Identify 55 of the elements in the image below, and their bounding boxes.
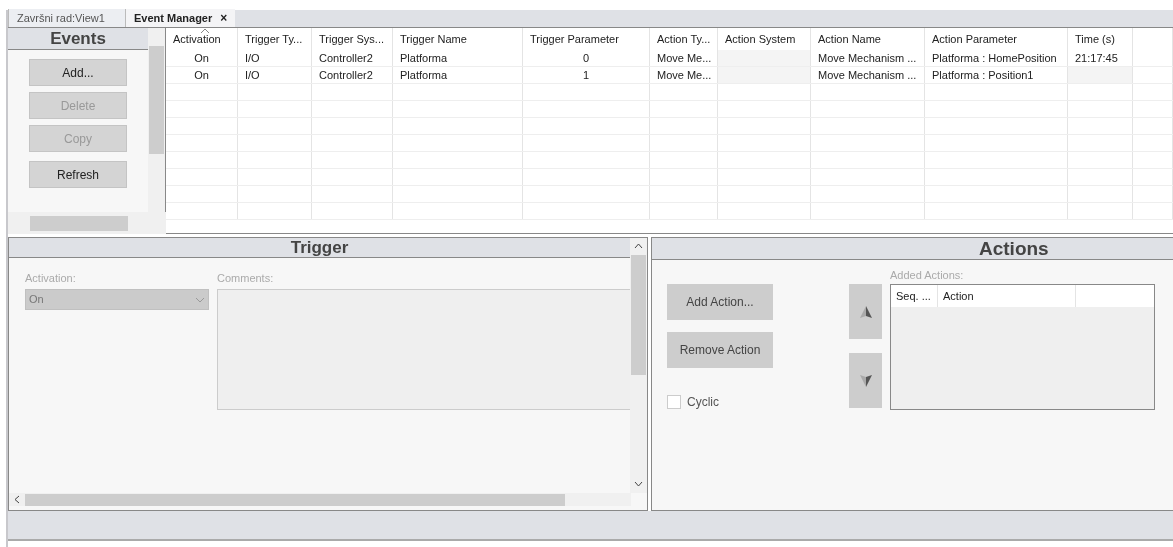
- column-header[interactable]: Action Parameter: [925, 28, 1068, 50]
- scroll-down-icon[interactable]: [634, 481, 643, 487]
- scrollbar[interactable]: [8, 212, 166, 234]
- up-arrow-icon: [858, 304, 873, 319]
- scrollbar[interactable]: [148, 28, 165, 212]
- panel-header: Trigger: [9, 238, 630, 258]
- move-down-button[interactable]: [849, 353, 882, 408]
- table-cell: Move Mechanism ...: [811, 50, 925, 66]
- down-arrow-icon: [858, 373, 873, 388]
- tab-label: Završni rad:View1: [17, 10, 105, 26]
- scrollbar[interactable]: [9, 493, 631, 506]
- table-cell: Platforma: [393, 50, 523, 66]
- column-header[interactable]: Trigger Ty...: [238, 28, 312, 50]
- button[interactable]: Refresh: [29, 161, 127, 188]
- panel-header: Actions: [652, 238, 1173, 260]
- column-header[interactable]: Activation: [166, 28, 238, 50]
- chevron-icon: [195, 296, 205, 303]
- tab-label: Event Manager: [134, 10, 213, 26]
- close-icon[interactable]: ×: [220, 9, 228, 27]
- table-cell: 1: [523, 67, 650, 83]
- column-header[interactable]: Trigger Name: [393, 28, 523, 50]
- move-up-button[interactable]: [849, 284, 882, 339]
- column-header[interactable]: Time (s): [1068, 28, 1133, 50]
- table-cell: Controller2: [312, 67, 393, 83]
- column-header[interactable]: Seq. ...: [891, 285, 938, 307]
- column-header[interactable]: Trigger Sys...: [312, 28, 393, 50]
- scroll-left-icon[interactable]: [14, 495, 20, 504]
- table-cell: On: [166, 50, 238, 66]
- table-cell: I/O: [238, 67, 312, 83]
- added-actions-list[interactable]: Seq. ... Action: [890, 284, 1155, 410]
- table-cell: On: [166, 67, 238, 83]
- table-cell: 21:17:45: [1068, 50, 1133, 66]
- checkbox[interactable]: Cyclic: [667, 393, 849, 411]
- panel-header: Events: [8, 28, 148, 50]
- table-cell: Platforma : HomePosition: [925, 50, 1068, 66]
- column-header[interactable]: Trigger Parameter: [523, 28, 650, 50]
- field-label: Activation:: [25, 271, 77, 286]
- table-cell: Move Mechanism ...: [811, 67, 925, 83]
- table-cell: I/O: [238, 50, 312, 66]
- tab[interactable]: Event Manager ×: [126, 9, 236, 27]
- table-cell: Platforma: [393, 67, 523, 83]
- button[interactable]: Add Action...: [667, 284, 773, 320]
- field-label: Added Actions:: [890, 268, 965, 282]
- scroll-up-icon[interactable]: [634, 243, 643, 249]
- button[interactable]: Remove Action: [667, 332, 773, 368]
- scrollbar[interactable]: [630, 238, 647, 493]
- field-label: Comments:: [217, 271, 275, 286]
- table-cell: Controller2: [312, 50, 393, 66]
- column-header[interactable]: Action Ty...: [650, 28, 718, 50]
- column-header[interactable]: Action Name: [811, 28, 925, 50]
- button[interactable]: Add...: [29, 59, 127, 86]
- table-cell: 0: [523, 50, 650, 66]
- comments-field[interactable]: [217, 289, 631, 410]
- column-header[interactable]: Action: [938, 285, 1076, 307]
- tab[interactable]: Završni rad:View1: [8, 9, 126, 27]
